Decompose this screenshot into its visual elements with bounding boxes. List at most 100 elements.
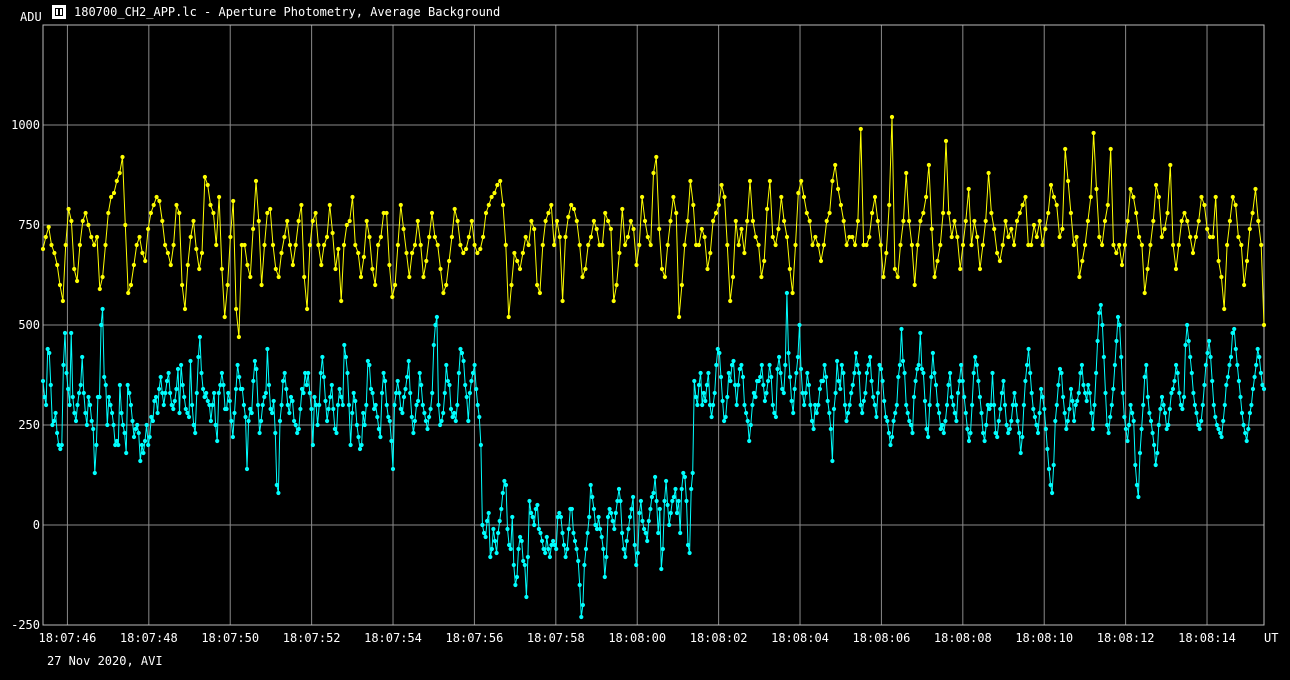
data-point (722, 418, 727, 424)
data-point (341, 242, 347, 248)
data-point (522, 562, 527, 568)
data-point (737, 366, 742, 372)
data-point (290, 398, 295, 404)
data-point (566, 526, 571, 532)
data-point (1261, 322, 1267, 328)
data-point (75, 402, 80, 408)
y-tick-label: -250 (11, 618, 40, 632)
data-point (806, 382, 812, 388)
data-point (157, 198, 162, 204)
data-point (665, 502, 670, 508)
data-point (1039, 386, 1044, 392)
data-point (1003, 218, 1008, 224)
data-point (172, 398, 177, 404)
data-point (614, 282, 619, 288)
data-point (881, 274, 886, 280)
data-point (631, 494, 636, 500)
data-point (1117, 322, 1122, 328)
data-point (711, 402, 716, 408)
data-point (77, 390, 82, 396)
data-point (1168, 162, 1173, 168)
data-point (759, 362, 764, 368)
data-point (955, 234, 960, 240)
data-point (801, 194, 807, 200)
data-point (1077, 274, 1082, 280)
data-point (1031, 406, 1036, 412)
data-point (336, 246, 341, 252)
data-point (114, 438, 119, 444)
data-point (42, 394, 47, 400)
data-point (58, 446, 63, 452)
data-point (88, 402, 93, 408)
data-point (1081, 382, 1086, 388)
data-point (960, 242, 966, 248)
data-point (55, 262, 60, 268)
data-point (554, 546, 559, 552)
data-point (745, 418, 750, 424)
data-point (216, 390, 221, 396)
data-point (701, 390, 706, 396)
data-point (1029, 390, 1034, 396)
data-point (747, 178, 753, 184)
data-point (691, 202, 696, 208)
data-point (1188, 234, 1193, 240)
data-point (1261, 386, 1267, 392)
data-point (980, 242, 986, 248)
data-point (929, 226, 934, 232)
data-point (902, 370, 907, 376)
data-point (248, 274, 253, 280)
data-point (766, 378, 771, 384)
data-point (1079, 362, 1084, 368)
data-point (1013, 402, 1019, 408)
data-point (340, 402, 345, 408)
data-point (1227, 218, 1232, 224)
data-point (397, 390, 402, 396)
data-point (177, 210, 182, 216)
data-point (254, 366, 259, 372)
data-point (133, 426, 138, 432)
data-point (296, 426, 301, 432)
data-point (877, 362, 882, 368)
data-point (817, 386, 823, 392)
data-point (464, 246, 469, 252)
data-point (140, 250, 145, 256)
data-point (560, 298, 565, 304)
data-point (777, 354, 782, 360)
data-point (892, 266, 898, 272)
data-point (403, 386, 408, 392)
data-point (824, 374, 829, 380)
data-point (219, 266, 224, 272)
data-point (458, 346, 463, 352)
data-point (262, 394, 267, 400)
data-point (773, 242, 778, 248)
data-point (1243, 430, 1248, 436)
data-point (266, 382, 272, 388)
data-point (977, 266, 983, 272)
data-point (1176, 242, 1181, 248)
data-point (431, 342, 436, 348)
data-point (836, 186, 841, 192)
data-point (80, 354, 85, 360)
data-point (905, 410, 910, 416)
data-point (904, 402, 909, 408)
data-point (353, 398, 358, 404)
data-point (69, 330, 74, 336)
x-tick-label: 18:08:06 (853, 631, 911, 645)
data-point (1134, 482, 1139, 488)
data-point (372, 406, 377, 412)
data-point (1225, 374, 1230, 380)
data-point (726, 370, 731, 376)
data-point (770, 234, 775, 240)
data-point (1214, 422, 1219, 428)
data-point (424, 258, 429, 264)
data-point (1139, 242, 1144, 248)
data-point (538, 530, 543, 536)
data-point (1197, 426, 1202, 432)
data-point (719, 182, 724, 188)
data-point (1147, 410, 1152, 416)
data-point (960, 378, 965, 384)
data-point (750, 218, 756, 224)
data-point (1178, 402, 1183, 408)
data-point (428, 406, 433, 412)
data-point (770, 402, 775, 408)
